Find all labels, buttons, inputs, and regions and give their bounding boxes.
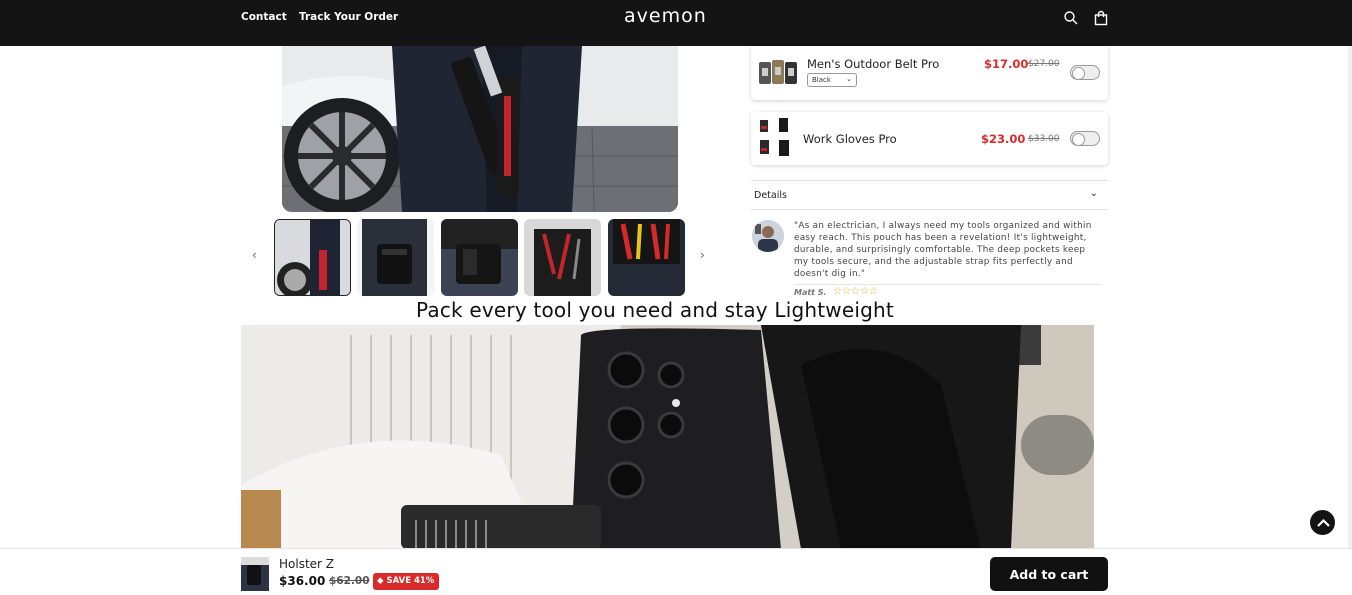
thumbnail-2[interactable] — [357, 219, 434, 296]
site-logo[interactable]: avemon — [624, 5, 707, 27]
page-scrollbar[interactable] — [1348, 46, 1352, 548]
review-text: "As an electrician, I always need my too… — [794, 221, 1092, 279]
sticky-add-to-cart-bar: Holster Z $36.00 $62.00 ◆ SAVE 41% Add t… — [0, 548, 1352, 595]
upsell-belt-price: $17.00 — [984, 57, 1029, 71]
thumb-prev-arrow[interactable]: ‹ — [252, 248, 257, 262]
details-accordion[interactable]: Details ⌄ — [751, 180, 1108, 210]
sticky-product-name: Holster Z — [279, 557, 335, 571]
thumbnail-4[interactable] — [524, 219, 601, 296]
upsell-belt-name: Men's Outdoor Belt Pro — [807, 57, 940, 71]
customer-review: "As an electrician, I always need my too… — [751, 212, 1108, 299]
thumbnail-5[interactable] — [608, 219, 685, 296]
upsell-card-belt — [751, 46, 1108, 100]
upsell-gloves-price: $23.00 — [981, 132, 1026, 146]
main-product-image[interactable] — [282, 46, 678, 212]
upsell-belt-toggle[interactable] — [1070, 65, 1100, 80]
thumb-next-arrow[interactable]: › — [700, 248, 705, 262]
nav-track-order-link[interactable]: Track Your Order — [299, 11, 398, 23]
belt-product-image — [759, 60, 797, 84]
back-to-top-button[interactable] — [1309, 509, 1336, 536]
sticky-product-thumbnail — [241, 557, 269, 591]
tag-icon: ◆ — [377, 576, 387, 586]
gloves-product-image — [760, 118, 789, 156]
upsell-gloves-name: Work Gloves Pro — [803, 132, 897, 146]
review-divider — [794, 284, 1100, 285]
add-to-cart-button[interactable]: Add to cart — [990, 557, 1108, 591]
chevron-down-icon: ⌄ — [1089, 188, 1098, 199]
section-heading: Pack every tool you need and stay Lightw… — [416, 298, 894, 322]
nav-contact-link[interactable]: Contact — [241, 11, 287, 23]
review-stars: ☆☆☆☆☆ — [833, 286, 878, 297]
site-header: Contact Track Your Order avemon — [0, 0, 1352, 46]
chevron-up-icon — [1317, 518, 1330, 527]
search-icon[interactable] — [1063, 10, 1079, 26]
product-page: Contact Track Your Order avemon ‹ › Men'… — [0, 0, 1352, 595]
belt-variant-select[interactable]: Black ⌄ — [807, 73, 857, 87]
cart-bag-icon[interactable] — [1093, 10, 1109, 26]
thumbnail-3[interactable] — [441, 219, 518, 296]
save-badge: ◆ SAVE 41% — [373, 573, 440, 590]
upsell-gloves-toggle[interactable] — [1070, 131, 1100, 146]
upsell-belt-compare-price: $27.00 — [1028, 59, 1060, 69]
review-author: Matt S. — [794, 288, 827, 297]
sticky-compare-price: $62.00 — [329, 575, 370, 587]
product-video[interactable] — [241, 325, 1094, 549]
reviewer-avatar — [752, 220, 784, 252]
sticky-price: $36.00 — [279, 574, 326, 588]
details-label: Details — [754, 190, 787, 201]
chevron-down-icon: ⌄ — [846, 75, 852, 83]
upsell-gloves-compare-price: $33.00 — [1028, 134, 1060, 144]
thumbnail-1[interactable] — [274, 219, 351, 296]
